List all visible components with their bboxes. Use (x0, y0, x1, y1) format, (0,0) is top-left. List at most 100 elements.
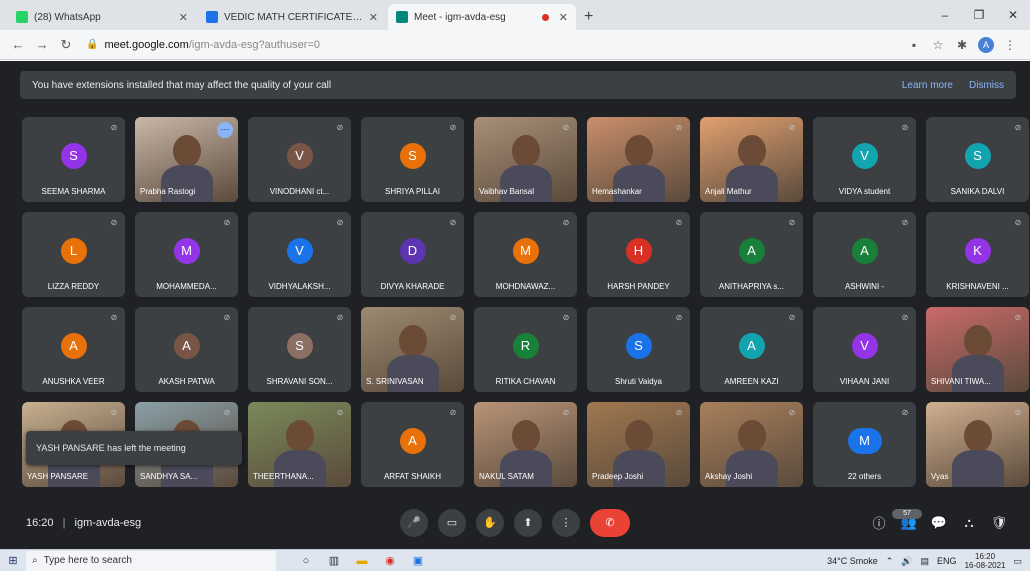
participant-tile[interactable]: ⊘ Hemashankar (587, 117, 690, 202)
participant-tile[interactable]: S ⊘ Shruti Vaidya (587, 307, 690, 392)
chrome-icon[interactable]: ◉ (376, 554, 404, 567)
address-bar[interactable]: 🔒 meet.google.com /igm-avda-esg?authuser… (80, 34, 902, 56)
participant-name: MOHDNAWAZ... (495, 282, 556, 291)
close-icon[interactable]: ✕ (179, 11, 188, 24)
more-options-icon[interactable]: ⋯ (217, 122, 233, 138)
lock-icon[interactable]: 🔒 (86, 39, 98, 50)
activities-button[interactable]: ⛬ (954, 515, 984, 531)
language-indicator[interactable]: ENG (937, 556, 957, 566)
new-tab-button[interactable]: + (584, 4, 593, 30)
participant-name: VIHAAN JANI (839, 377, 890, 386)
participant-tile[interactable]: A ⊘ ASHWINI - (813, 212, 916, 297)
participant-avatar: A (173, 333, 200, 359)
present-button[interactable]: ⬆ (514, 509, 542, 537)
participant-tile[interactable]: S ⊘ SHRIYA PILLAI (361, 117, 464, 202)
close-window-button[interactable]: ✕ (996, 8, 1030, 22)
windows-taskbar: ⊞ ⌕ Type here to search ○ ▥ ▬ ◉ ▣ 34°C S… (0, 549, 1030, 571)
mic-muted-icon: ⊘ (223, 218, 231, 227)
raise-hand-button[interactable]: ✋ (476, 509, 504, 537)
participant-tile[interactable]: ⊘ Anjali Mathur (700, 117, 803, 202)
meeting-info-button[interactable]: ⓘ (864, 513, 894, 532)
participant-tile[interactable]: R ⊘ RITIKA CHAVAN (474, 307, 577, 392)
close-icon[interactable]: ✕ (559, 11, 568, 24)
participant-tile[interactable]: S ⊘ SANIKA DALVI (926, 117, 1029, 202)
task-view-icon[interactable]: ▥ (320, 554, 348, 567)
participant-tile[interactable]: ⊘ NAKUL SATAM (474, 402, 577, 487)
participant-avatar: S (964, 143, 991, 169)
weather-widget[interactable]: 34°C Smoke (827, 556, 878, 566)
notification-icon[interactable]: ▭ (1013, 556, 1022, 567)
participant-tile[interactable]: K ⊘ KRISHNAVENI ... (926, 212, 1029, 297)
learn-more-link[interactable]: Learn more (902, 80, 953, 91)
participant-tile[interactable]: S ⊘ SHRAVANI SON... (248, 307, 351, 392)
taskbar-search[interactable]: ⌕ Type here to search (26, 550, 276, 571)
participant-tile[interactable]: ⋯ Prabha Rastogi (135, 117, 238, 202)
tray-chevron-icon[interactable]: ⌃ (886, 556, 894, 567)
meet-icon (396, 11, 408, 23)
file-explorer-icon[interactable]: ▬ (348, 555, 376, 567)
participant-tile[interactable]: A ⊘ AMREEN KAZI (700, 307, 803, 392)
back-icon[interactable]: ← (8, 37, 28, 52)
participant-tile[interactable]: ⊘ SHIVANI TIWA... (926, 307, 1029, 392)
person-silhouette (173, 135, 201, 167)
participant-tile[interactable]: A ⊘ ANITHAPRIYA s... (700, 212, 803, 297)
recording-icon (541, 13, 549, 21)
menu-icon[interactable]: ⋮ (998, 38, 1022, 52)
forward-icon[interactable]: → (32, 37, 52, 52)
participant-tile[interactable]: S ⊘ SEEMA SHARMA (22, 117, 125, 202)
dismiss-button[interactable]: Dismiss (969, 80, 1004, 91)
participant-tile[interactable]: M ⊘ MOHDNAWAZ... (474, 212, 577, 297)
participant-avatar: L (60, 238, 87, 264)
participant-tile[interactable]: M ⊘ MOHAMMEDA... (135, 212, 238, 297)
mic-button[interactable]: 🎤 (400, 509, 428, 537)
participant-tile[interactable]: D ⊘ DIVYA KHARADE (361, 212, 464, 297)
participant-tile[interactable]: V ⊘ VINODHANI ct... (248, 117, 351, 202)
participant-avatar: S (286, 333, 313, 359)
participant-tile[interactable]: ⊘ THEERTHANA... (248, 402, 351, 487)
participant-tile[interactable]: ⊘ S. SRINIVASAN (361, 307, 464, 392)
participant-tile[interactable]: A ⊘ ARFAT SHAIKH (361, 402, 464, 487)
camera-button[interactable]: ▭ (438, 509, 466, 537)
participant-name: ANITHAPRIYA s... (718, 282, 785, 291)
network-icon[interactable]: ▤ (921, 556, 930, 567)
participant-tile[interactable]: V ⊘ VIDHYALAKSH... (248, 212, 351, 297)
participant-tile[interactable]: A ⊘ AKASH PATWA (135, 307, 238, 392)
tab-meet[interactable]: Meet - igm-avda-esg ✕ (388, 4, 576, 30)
close-icon[interactable]: ✕ (369, 11, 378, 24)
maximize-button[interactable]: ❐ (962, 8, 996, 22)
chat-button[interactable]: 💬 (924, 515, 954, 531)
participant-tile[interactable]: M ⊘ 22 others (813, 402, 916, 487)
more-options-button[interactable]: ⋮ (552, 509, 580, 537)
participant-tile[interactable]: H ⊘ HARSH PANDEY (587, 212, 690, 297)
store-icon[interactable]: ▣ (404, 554, 432, 567)
host-controls-button[interactable]: 🛡 (984, 515, 1014, 531)
clock[interactable]: 16:20 16-08-2021 (965, 552, 1006, 570)
side-panel-controls: ⓘ 👥 57 💬 ⛬ 🛡 (864, 508, 1014, 532)
participant-tile[interactable]: ⊘ Pradeep Joshi (587, 402, 690, 487)
person-body (161, 165, 213, 202)
windows-start-icon[interactable]: ⊞ (0, 554, 26, 567)
participant-tile[interactable]: A ⊘ ANUSHKA VEER (22, 307, 125, 392)
end-call-button[interactable]: ✆ (590, 509, 630, 537)
participant-name: Shruti Vaidya (615, 377, 662, 386)
participant-tile[interactable]: ⊘ Vaibhav Bansal (474, 117, 577, 202)
tab-whatsapp[interactable]: (28) WhatsApp ✕ (8, 4, 196, 30)
extensions-icon[interactable]: ✱ (950, 38, 974, 52)
cortana-icon[interactable]: ○ (292, 555, 320, 567)
participant-tile[interactable]: V ⊘ VIHAAN JANI (813, 307, 916, 392)
participant-tile[interactable]: ⊘ Akshay Joshi (700, 402, 803, 487)
participant-tile[interactable]: L ⊘ LIZZA REDDY (22, 212, 125, 297)
tab-vedic-math[interactable]: VEDIC MATH CERTIFICATE COU ✕ (198, 4, 386, 30)
reload-icon[interactable]: ↻ (56, 37, 76, 53)
minimize-button[interactable]: – (928, 8, 962, 22)
participant-name: VIDYA student (838, 187, 891, 196)
volume-icon[interactable]: 🔊 (901, 556, 912, 567)
people-button[interactable]: 👥 57 (892, 508, 924, 531)
participant-tile[interactable]: V ⊘ VIDYA student (813, 117, 916, 202)
profile-avatar[interactable]: A (978, 36, 994, 53)
camera-permission-icon[interactable]: ▪ (902, 38, 926, 52)
mic-muted-icon: ⊘ (788, 313, 796, 322)
person-body (952, 450, 1004, 487)
bookmark-star-icon[interactable]: ☆ (926, 38, 950, 52)
participant-tile[interactable]: ⊘ Vyas (926, 402, 1029, 487)
